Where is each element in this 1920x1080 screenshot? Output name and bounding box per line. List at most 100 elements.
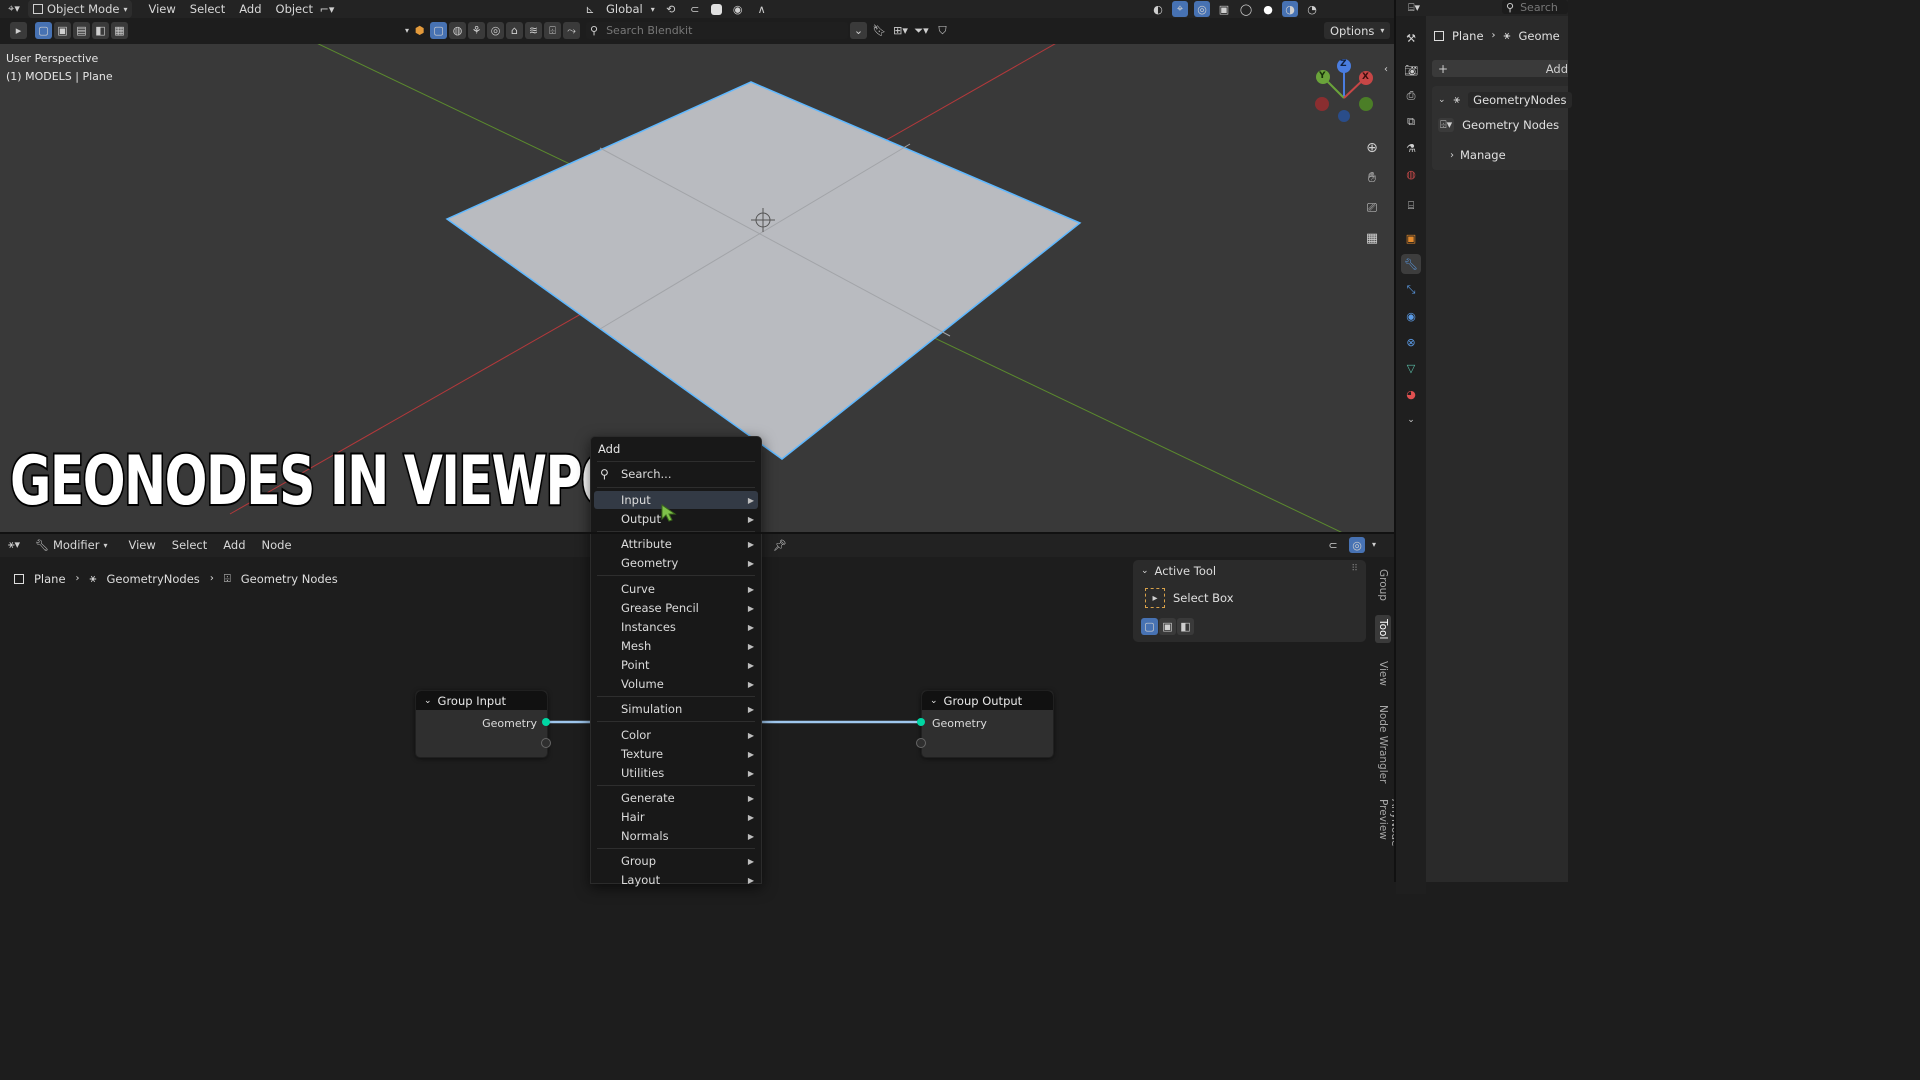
blendkit-scenes-icon[interactable]: ⌂: [506, 22, 524, 39]
blendkit-brushes-icon[interactable]: ≋: [525, 22, 543, 39]
menu-item-texture[interactable]: Texture ▶: [594, 745, 758, 763]
group-output-node[interactable]: ⌄ Group Output Geometry: [921, 690, 1054, 758]
blendkit-search-input[interactable]: ⚲ Search Blendkit: [586, 22, 848, 39]
ortho-grid-icon[interactable]: ▦: [1362, 228, 1382, 248]
menu-object[interactable]: Object: [276, 0, 313, 18]
menu-view[interactable]: View: [148, 0, 175, 18]
menu-item-simulation[interactable]: Simulation ▶: [594, 700, 758, 718]
blendkit-hdr-icon[interactable]: ◎: [487, 22, 505, 39]
material-tab-icon[interactable]: ◕: [1401, 384, 1421, 404]
zoom-icon[interactable]: ⊕: [1362, 138, 1382, 158]
editor-type-icon[interactable]: ⌖▾: [6, 1, 22, 17]
menu-item-grease-pencil[interactable]: Grease Pencil ▶: [594, 599, 758, 617]
area-divider[interactable]: [0, 532, 1394, 534]
group-input-header[interactable]: ⌄ Group Input: [416, 691, 547, 710]
properties-search-input[interactable]: ⚲ Search: [1502, 0, 1568, 14]
menu-select[interactable]: Select: [190, 0, 225, 18]
object-tab-icon[interactable]: ▣: [1401, 228, 1421, 248]
modifier-panel-header[interactable]: ⌄ ⚹ GeometryNodes: [1438, 92, 1572, 108]
snap-icon[interactable]: ⊂: [687, 1, 703, 17]
select-tool-icon[interactable]: ▸: [10, 22, 27, 39]
group-input-node[interactable]: ⌄ Group Input Geometry: [415, 690, 548, 758]
tab-tool[interactable]: Tool: [1375, 615, 1391, 644]
constraints-tab-icon[interactable]: ⊗: [1401, 332, 1421, 352]
manage-subpanel[interactable]: › Manage: [1450, 148, 1506, 162]
collapse-sidebar-icon[interactable]: ‹: [1384, 64, 1388, 75]
tab-group[interactable]: Group: [1377, 569, 1389, 601]
menu-item-volume[interactable]: Volume ▶: [594, 675, 758, 693]
menu-item-attribute[interactable]: Attribute ▶: [594, 535, 758, 553]
select-new-icon[interactable]: ▢: [35, 22, 52, 39]
blendkit-logo-icon[interactable]: ⬢: [411, 22, 428, 39]
tab-node-wrangler[interactable]: Node Wrangler: [1377, 705, 1389, 783]
tab-view[interactable]: View: [1377, 661, 1389, 686]
menu-add[interactable]: Add: [239, 0, 261, 18]
snap-target-icon[interactable]: [710, 3, 722, 15]
solid-shading-icon[interactable]: ●: [1260, 1, 1276, 17]
editor-type-icon[interactable]: ⌸▾: [1406, 0, 1422, 16]
select-extend-icon[interactable]: ▣: [1159, 618, 1176, 635]
group-input-empty-socket[interactable]: [541, 738, 551, 748]
menu-item-geometry[interactable]: Geometry ▶: [594, 554, 758, 572]
visibility-icon[interactable]: ◐: [1150, 1, 1166, 17]
menu-item-mesh[interactable]: Mesh ▶: [594, 637, 758, 655]
select-intersect-icon[interactable]: ▦: [111, 22, 128, 39]
blendkit-materials-icon[interactable]: ◍: [449, 22, 467, 39]
bookmark-icon[interactable]: 🔖︎: [871, 22, 888, 39]
blendkit-printable-icon[interactable]: ⚘: [468, 22, 486, 39]
menu-item-curve[interactable]: Curve ▶: [594, 580, 758, 598]
group-output-geometry-socket[interactable]: [917, 718, 925, 726]
menu-item-normals[interactable]: Normals ▶: [594, 827, 758, 845]
collapse-chevron-icon[interactable]: ⌄: [1438, 95, 1446, 105]
layout-icon[interactable]: ⊞▾: [892, 22, 909, 39]
rendered-shading-icon[interactable]: ◔: [1304, 1, 1320, 17]
drag-handle-icon[interactable]: ⠿: [1351, 564, 1358, 574]
wireframe-shading-icon[interactable]: ◯: [1238, 1, 1254, 17]
blendkit-models-icon[interactable]: ▢: [430, 22, 448, 39]
xray-icon[interactable]: ▣: [1216, 1, 1232, 17]
options-dropdown[interactable]: Options ▾: [1324, 22, 1391, 39]
group-output-header[interactable]: ⌄ Group Output: [922, 691, 1053, 710]
select-subtract-icon[interactable]: ◧: [1177, 618, 1194, 635]
plane-mesh[interactable]: [445, 81, 1082, 460]
collection-tab-icon[interactable]: ⌸: [1401, 196, 1421, 216]
modifier-tab-icon[interactable]: 🔧︎: [1401, 254, 1421, 274]
menu-item-generate[interactable]: Generate ▶: [594, 789, 758, 807]
mode-dropdown[interactable]: Object Mode ▾: [28, 0, 133, 18]
area-divider[interactable]: [1394, 0, 1396, 882]
group-output-empty-socket[interactable]: [916, 738, 926, 748]
blendkit-addons-icon[interactable]: ⤳: [563, 22, 581, 39]
menu-item-group[interactable]: Group ▶: [594, 852, 758, 870]
falloff-icon[interactable]: ∧: [754, 1, 770, 17]
add-modifier-button[interactable]: + Add: [1432, 60, 1568, 77]
modifier-name-field[interactable]: GeometryNodes: [1468, 92, 1572, 108]
world-tab-icon[interactable]: ◍: [1401, 164, 1421, 184]
select-new-icon[interactable]: ▢: [1141, 618, 1158, 635]
select-invert-icon[interactable]: ◧: [92, 22, 109, 39]
chevron-down-icon[interactable]: ⌄: [1401, 410, 1421, 430]
active-tool-header[interactable]: ⌄ Active Tool: [1141, 564, 1216, 578]
menu-item-point[interactable]: Point ▶: [594, 656, 758, 674]
particles-tab-icon[interactable]: ⤡: [1401, 280, 1421, 300]
menu-item-color[interactable]: Color ▶: [594, 726, 758, 744]
gizmo-toggle-icon[interactable]: ⌖: [1172, 1, 1188, 17]
pivot-icon[interactable]: ⟲: [663, 1, 679, 17]
shield-icon[interactable]: ⛉: [934, 22, 951, 39]
camera-view-icon[interactable]: ⎚: [1362, 198, 1382, 218]
collapse-chevron-icon[interactable]: ⌄: [930, 696, 938, 706]
blendkit-nodegroups-icon[interactable]: ⌹: [544, 22, 562, 39]
snap-dropdown-icon[interactable]: ⌐▾: [319, 1, 335, 17]
menu-item-layout[interactable]: Layout ▶: [594, 871, 758, 889]
add-menu-search[interactable]: ⚲ Search...: [594, 465, 758, 483]
blendkit-dropdown-icon[interactable]: ⌄: [850, 22, 867, 39]
pan-hand-icon[interactable]: ✋︎: [1362, 168, 1382, 188]
tool-tab-icon[interactable]: ⚒: [1401, 28, 1421, 48]
filter-icon[interactable]: ⏷▾: [913, 22, 930, 39]
select-box-tool[interactable]: ▸ Select Box: [1145, 588, 1234, 608]
menu-item-utilities[interactable]: Utilities ▶: [594, 764, 758, 782]
render-tab-icon[interactable]: 📷︎: [1401, 60, 1421, 80]
data-tab-icon[interactable]: ▽: [1401, 358, 1421, 378]
node-group-selector[interactable]: ⌹▾ Geometry Nodes: [1438, 118, 1559, 132]
scene-tab-icon[interactable]: ⚗: [1401, 138, 1421, 158]
view-layer-tab-icon[interactable]: ⧉: [1401, 112, 1421, 132]
